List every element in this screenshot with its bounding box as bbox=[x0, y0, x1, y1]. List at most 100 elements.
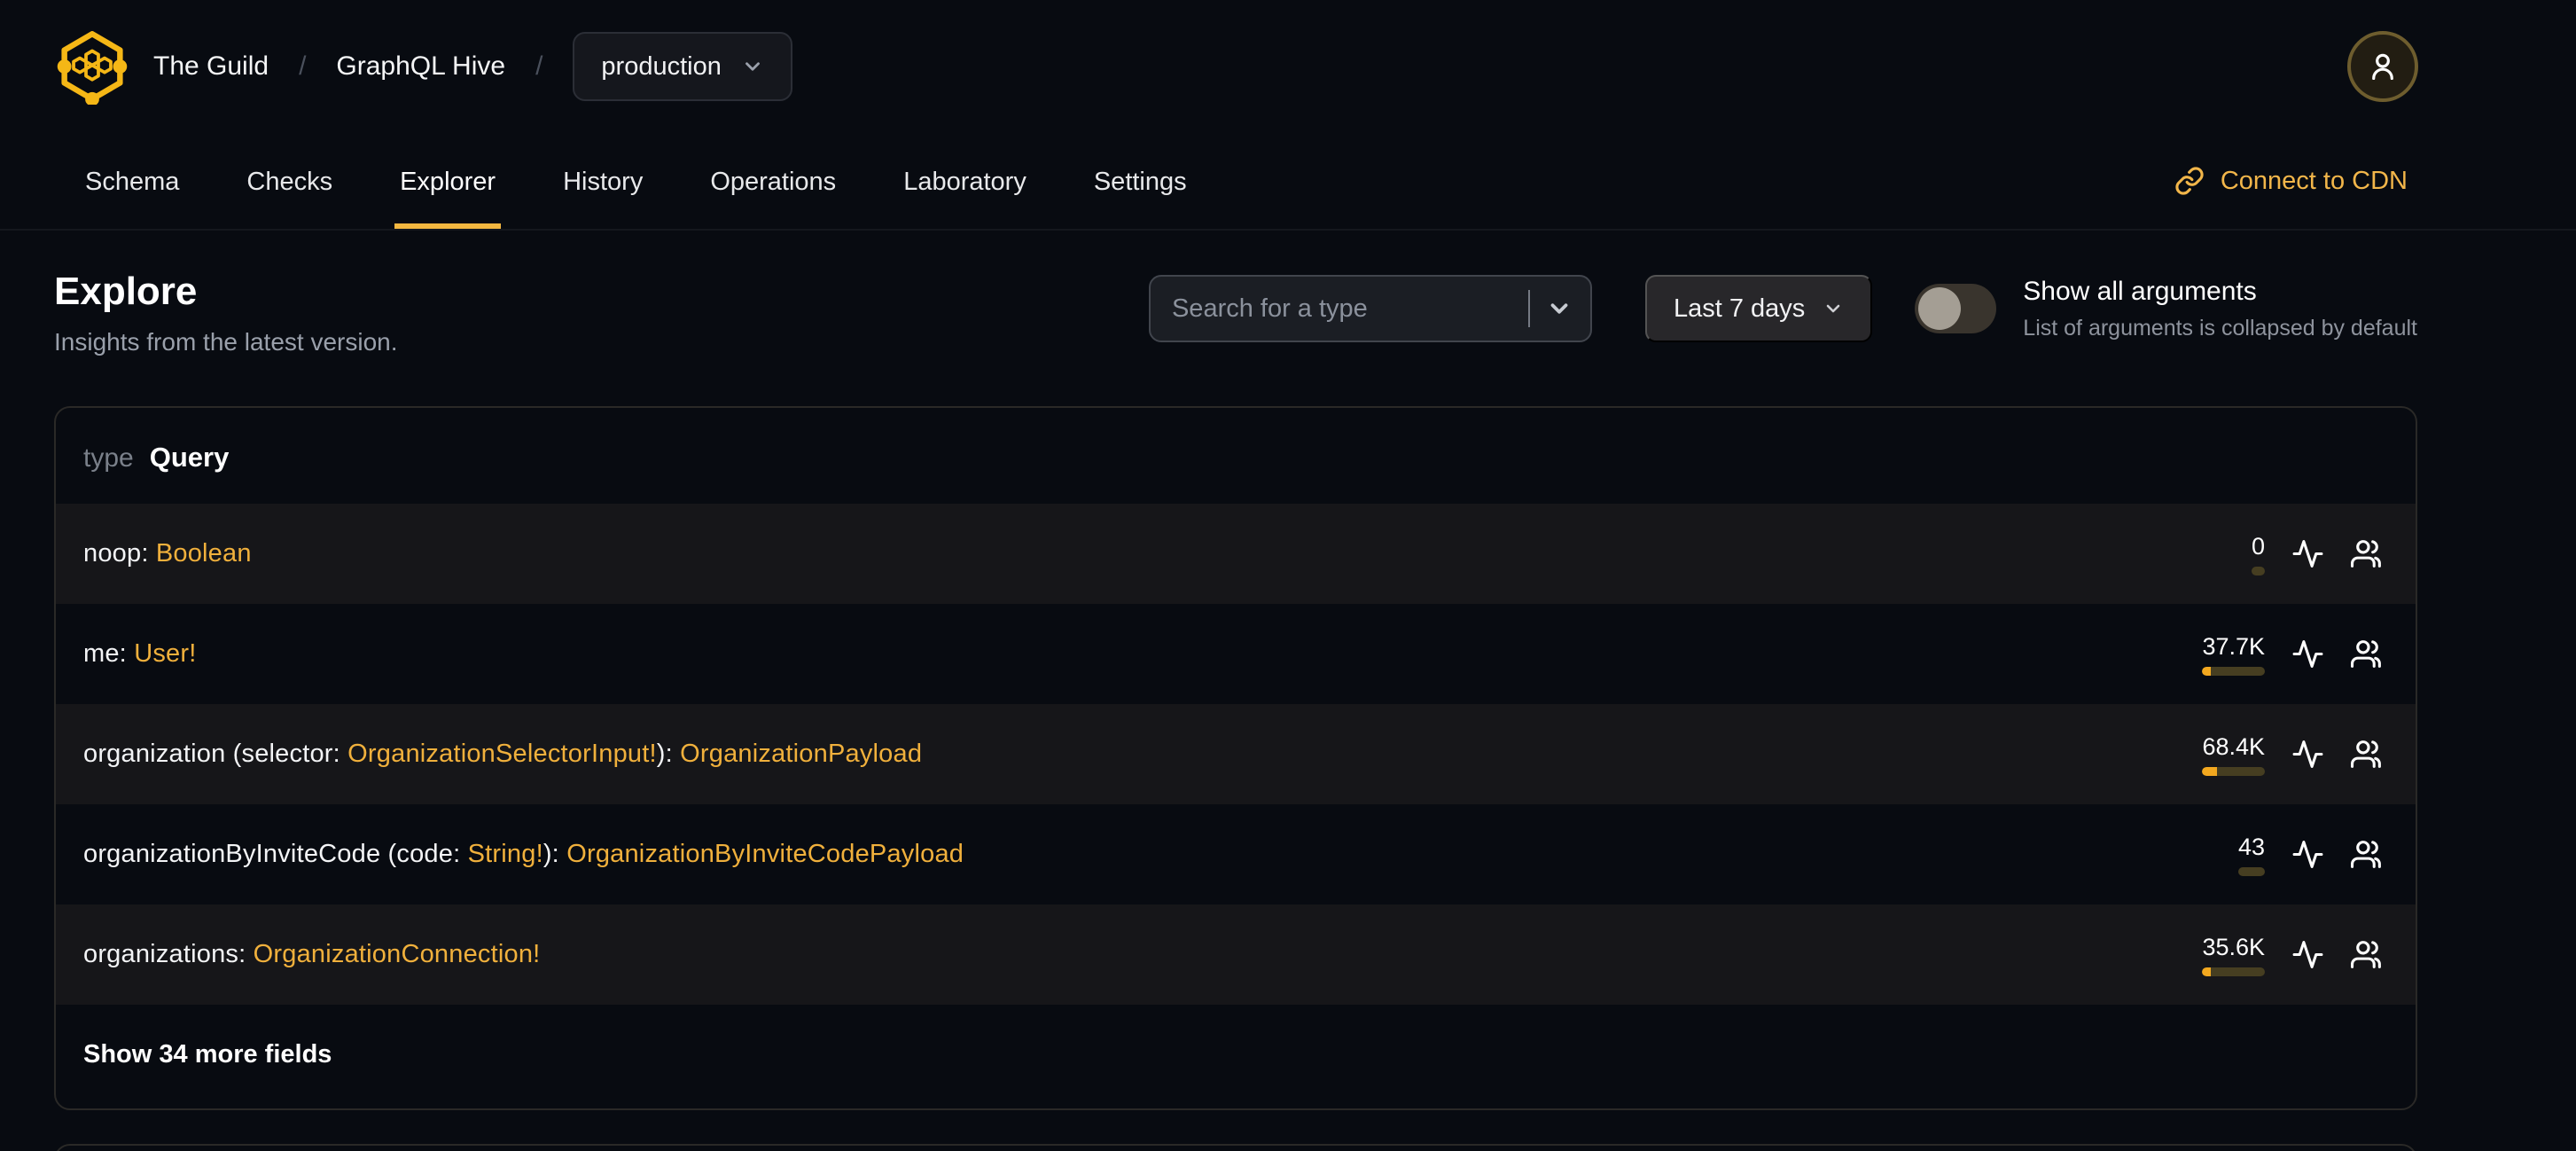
target-selector-value: production bbox=[601, 51, 722, 81]
explorer-controls: Last 7 days Show all arguments List of a… bbox=[1148, 275, 2417, 342]
hive-logo-icon[interactable] bbox=[54, 28, 130, 105]
chevron-down-icon[interactable] bbox=[1546, 295, 1573, 322]
show-all-arguments-toggle[interactable] bbox=[1915, 284, 1997, 333]
breadcrumb-separator: / bbox=[535, 51, 543, 81]
field-type-link[interactable]: Boolean bbox=[156, 539, 252, 568]
period-filter-value: Last 7 days bbox=[1673, 294, 1806, 323]
field-usage-bar bbox=[2251, 566, 2265, 576]
field-signature: organization (selector: OrganizationSele… bbox=[83, 740, 922, 769]
field-type-link[interactable]: User! bbox=[134, 639, 196, 668]
users-icon[interactable] bbox=[2351, 738, 2384, 771]
field-stats: 37.7K bbox=[2202, 633, 2384, 676]
field-usage-bar-fill bbox=[2202, 967, 2211, 976]
connect-to-cdn-label: Connect to CDN bbox=[2220, 166, 2408, 195]
breadcrumb-separator: / bbox=[299, 51, 307, 81]
tab-history[interactable]: History bbox=[558, 133, 648, 229]
field-name-text: organization (selector: bbox=[83, 740, 348, 768]
type-search-input[interactable] bbox=[1157, 277, 1528, 341]
tab-settings[interactable]: Settings bbox=[1089, 133, 1192, 229]
page-title: Explore bbox=[54, 270, 198, 313]
field-row: me: User! 37.7K bbox=[56, 604, 2416, 704]
combobox-divider bbox=[1527, 290, 1530, 327]
tab-laboratory[interactable]: Laboratory bbox=[898, 133, 1032, 229]
field-type-link[interactable]: OrganizationSelectorInput! bbox=[347, 740, 657, 768]
field-type-link[interactable]: String! bbox=[468, 840, 543, 868]
connect-to-cdn-link[interactable]: Connect to CDN bbox=[2174, 133, 2408, 229]
field-name-text: noop: bbox=[83, 539, 156, 568]
tab-explorer[interactable]: Explorer bbox=[394, 133, 502, 229]
field-name-text: me: bbox=[83, 639, 135, 668]
toggle-hint: List of arguments is collapsed by defaul… bbox=[2023, 315, 2417, 341]
tab-schema[interactable]: Schema bbox=[80, 133, 184, 229]
tab-bar: Schema Checks Explorer History Operation… bbox=[0, 133, 2576, 231]
type-card-header: type Query bbox=[56, 408, 2416, 504]
field-count: 68.4K bbox=[2202, 732, 2265, 760]
breadcrumb-project[interactable]: GraphQL Hive bbox=[336, 51, 505, 82]
activity-pulse-icon[interactable] bbox=[2291, 838, 2324, 871]
user-icon bbox=[2372, 53, 2393, 81]
field-count: 0 bbox=[2251, 532, 2265, 560]
field-row: organizations: OrganizationConnection! 3… bbox=[56, 904, 2416, 1005]
field-stats: 35.6K bbox=[2202, 934, 2384, 976]
users-icon[interactable] bbox=[2351, 537, 2384, 570]
field-usage-stat: 68.4K bbox=[2202, 733, 2265, 776]
field-count: 43 bbox=[2237, 833, 2265, 860]
user-menu-button[interactable] bbox=[2347, 31, 2418, 102]
field-stats: 0 bbox=[2251, 532, 2384, 576]
field-name-text: organizationByInviteCode (code: bbox=[83, 840, 468, 868]
users-icon[interactable] bbox=[2351, 938, 2384, 971]
field-usage-stat: 37.7K bbox=[2202, 633, 2265, 676]
chevron-down-icon bbox=[745, 62, 760, 71]
show-more-fields-button[interactable]: Show 34 more fields bbox=[56, 1005, 2416, 1108]
field-name-text: ): bbox=[656, 740, 681, 768]
activity-pulse-icon[interactable] bbox=[2291, 938, 2324, 971]
toggle-label-block: Show all arguments List of arguments is … bbox=[2023, 277, 2417, 341]
toggle-knob bbox=[1918, 287, 1962, 330]
field-usage-stat: 0 bbox=[2251, 532, 2265, 576]
field-row: organizationByInviteCode (code: String!)… bbox=[56, 804, 2416, 904]
field-usage-bar bbox=[2202, 666, 2265, 676]
tab-operations[interactable]: Operations bbox=[705, 133, 841, 229]
toggle-label: Show all arguments bbox=[2023, 276, 2257, 306]
activity-pulse-icon[interactable] bbox=[2291, 738, 2324, 771]
page-title-block: Explore Insights from the latest version… bbox=[54, 270, 398, 356]
page-subtitle: Insights from the latest version. bbox=[54, 328, 398, 356]
top-bar: The Guild / GraphQL Hive / production bbox=[0, 0, 2576, 133]
field-type-link[interactable]: OrganizationByInviteCodePayload bbox=[566, 840, 964, 868]
field-row: noop: Boolean 0 bbox=[56, 504, 2416, 604]
field-signature: me: User! bbox=[83, 639, 197, 669]
field-signature: organizations: OrganizationConnection! bbox=[83, 940, 540, 969]
users-icon[interactable] bbox=[2351, 838, 2384, 871]
field-name-text: organizations: bbox=[83, 940, 254, 968]
type-card-query: type Query noop: Boolean 0 me: User! 37.… bbox=[54, 406, 2417, 1110]
type-search-combobox[interactable] bbox=[1148, 275, 1592, 342]
tab-checks[interactable]: Checks bbox=[241, 133, 338, 229]
field-usage-bar bbox=[2202, 766, 2265, 776]
field-stats: 68.4K bbox=[2202, 733, 2384, 776]
field-usage-bar bbox=[2202, 967, 2265, 976]
link-icon bbox=[2175, 167, 2204, 195]
breadcrumb-org[interactable]: The Guild bbox=[153, 51, 269, 82]
field-signature: noop: Boolean bbox=[83, 539, 252, 568]
field-list: noop: Boolean 0 me: User! 37.7K organiza… bbox=[56, 504, 2416, 1005]
field-type-link[interactable]: OrganizationPayload bbox=[680, 740, 922, 768]
field-stats: 43 bbox=[2237, 833, 2384, 876]
field-usage-bar-fill bbox=[2202, 766, 2218, 776]
users-icon[interactable] bbox=[2351, 638, 2384, 670]
field-usage-bar bbox=[2237, 866, 2265, 876]
field-count: 35.6K bbox=[2202, 933, 2265, 960]
type-kind-label: type bbox=[83, 443, 134, 473]
field-row: organization (selector: OrganizationSele… bbox=[56, 704, 2416, 804]
field-usage-stat: 35.6K bbox=[2202, 934, 2265, 976]
field-signature: organizationByInviteCode (code: String!)… bbox=[83, 840, 964, 869]
period-filter-dropdown[interactable]: Last 7 days bbox=[1644, 275, 1873, 342]
chevron-down-icon bbox=[1826, 304, 1840, 313]
field-usage-bar-fill bbox=[2202, 666, 2212, 676]
breadcrumb: The Guild / GraphQL Hive / production bbox=[153, 32, 792, 101]
field-name-text: ): bbox=[543, 840, 567, 868]
activity-pulse-icon[interactable] bbox=[2291, 638, 2324, 670]
target-selector-dropdown[interactable]: production bbox=[573, 32, 792, 101]
activity-pulse-icon[interactable] bbox=[2291, 537, 2324, 570]
field-type-link[interactable]: OrganizationConnection! bbox=[254, 940, 541, 968]
field-count: 37.7K bbox=[2202, 632, 2265, 660]
